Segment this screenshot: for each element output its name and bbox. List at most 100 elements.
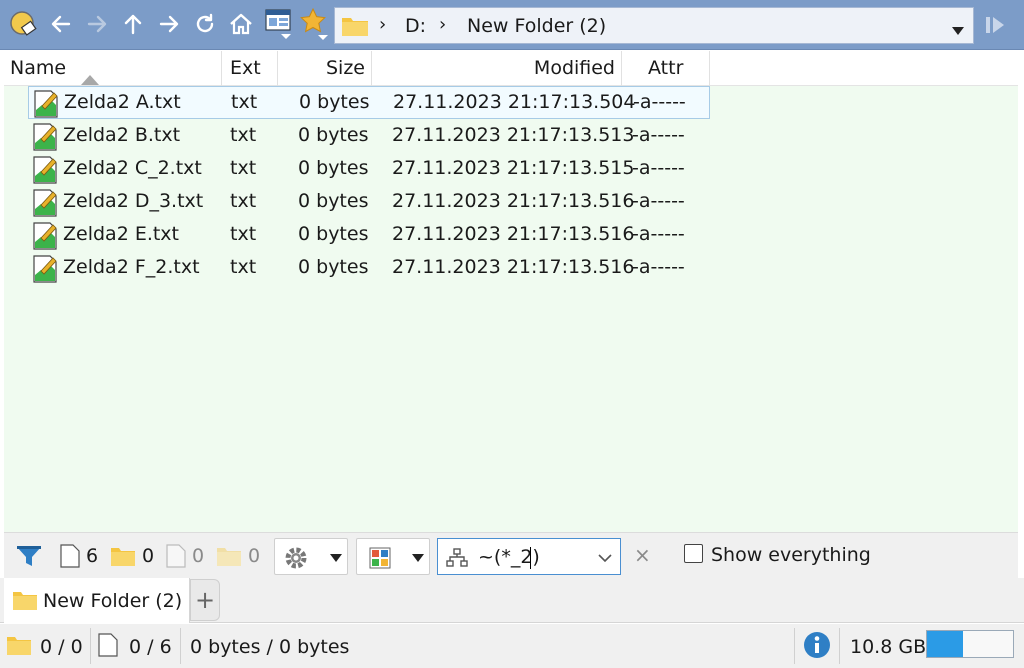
- clear-filter-button[interactable]: ×: [634, 543, 651, 567]
- tab-label: New Folder (2): [43, 590, 183, 612]
- show-everything-checkbox[interactable]: [684, 544, 703, 563]
- forward-icon[interactable]: [82, 8, 112, 40]
- view-mode-dropdown[interactable]: [356, 538, 430, 575]
- text-file-icon: [32, 189, 58, 222]
- layout-icon[interactable]: [262, 8, 296, 40]
- add-tab-button[interactable]: +: [190, 579, 220, 621]
- free-space-fill: [927, 631, 964, 657]
- table-row[interactable]: Zelda2 D_3.txt txt 0 bytes 27.11.2023 21…: [28, 186, 710, 219]
- file-icon: [60, 544, 80, 568]
- home-icon[interactable]: [226, 8, 256, 40]
- file-modified: 27.11.2023 21:17:13.515: [392, 157, 635, 179]
- hidden-folders-count[interactable]: 0: [216, 533, 260, 579]
- file-modified: 27.11.2023 21:17:13.516: [392, 223, 635, 245]
- panel-toggle-icon[interactable]: [985, 14, 1007, 41]
- file-name: Zelda2 E.txt: [63, 223, 180, 245]
- folders-count[interactable]: 0: [110, 533, 154, 579]
- show-everything-label[interactable]: Show everything: [711, 544, 871, 566]
- file-ext: txt: [230, 190, 257, 212]
- next-icon[interactable]: [154, 8, 184, 40]
- view-grid-icon: [369, 547, 391, 569]
- chevron-down-icon[interactable]: [950, 20, 966, 42]
- file-modified: 27.11.2023 21:17:13.516: [392, 190, 635, 212]
- column-name-label: Name: [10, 57, 67, 79]
- table-row[interactable]: Zelda2 F_2.txt txt 0 bytes 27.11.2023 21…: [28, 252, 710, 285]
- table-row[interactable]: Zelda2 A.txt txt 0 bytes 27.11.2023 21:1…: [28, 86, 710, 119]
- file-attr: -a-----: [632, 223, 685, 245]
- file-name: Zelda2 A.txt: [64, 91, 181, 113]
- column-header: Name Ext Size Modified Attr: [4, 51, 1018, 86]
- chevron-down-icon[interactable]: [598, 553, 612, 563]
- file-ext: txt: [230, 157, 257, 179]
- file-name: Zelda2 D_3.txt: [63, 190, 204, 212]
- column-size[interactable]: Size: [278, 51, 372, 86]
- table-row[interactable]: Zelda2 C_2.txt txt 0 bytes 27.11.2023 21…: [28, 153, 710, 186]
- tab-new-folder-2[interactable]: New Folder (2): [4, 578, 190, 623]
- filter-input[interactable]: ~(*_2): [437, 538, 621, 575]
- column-attr[interactable]: Attr: [622, 51, 710, 86]
- toolbar: › D: › New Folder (2): [0, 0, 1024, 50]
- divider: [794, 628, 795, 664]
- back-icon[interactable]: [46, 8, 76, 40]
- files-count[interactable]: 6: [60, 533, 98, 579]
- file-modified: 27.11.2023 21:17:13.516: [392, 256, 635, 278]
- divider: [839, 628, 840, 664]
- filter-bar: 6 0 0 0 ~(*_2) × Show everything: [4, 532, 1018, 578]
- chevron-down-icon: [412, 554, 424, 562]
- chevron-down-icon: [330, 554, 342, 562]
- breadcrumb-separator: ›: [439, 14, 447, 35]
- status-folders: 0 / 0: [40, 636, 83, 658]
- file-icon: [98, 633, 118, 657]
- free-space-bar: [926, 630, 1014, 658]
- text-file-icon: [32, 222, 58, 255]
- file-attr: -a-----: [632, 256, 685, 278]
- gear-icon: [285, 547, 307, 569]
- divider: [90, 628, 91, 664]
- table-row[interactable]: Zelda2 B.txt txt 0 bytes 27.11.2023 21:1…: [28, 120, 710, 153]
- breadcrumb-folder[interactable]: New Folder (2): [467, 15, 606, 37]
- file-ext: txt: [231, 91, 258, 113]
- table-row[interactable]: Zelda2 E.txt txt 0 bytes 27.11.2023 21:1…: [28, 219, 710, 252]
- free-space-label: 10.8 GB: [850, 636, 927, 658]
- folder-icon: [341, 15, 369, 42]
- file-size: 0 bytes: [298, 223, 369, 245]
- file-name: Zelda2 C_2.txt: [63, 157, 202, 179]
- breadcrumb-separator: ›: [379, 14, 387, 35]
- status-bar: 0 / 0 0 / 6 0 bytes / 0 bytes 10.8 GB: [0, 624, 1024, 668]
- folder-icon: [7, 637, 31, 655]
- text-file-icon: [32, 156, 58, 189]
- folder-icon: [13, 592, 37, 610]
- file-list[interactable]: Zelda2 A.txt txt 0 bytes 27.11.2023 21:1…: [4, 86, 1018, 532]
- file-modified: 27.11.2023 21:17:13.513: [392, 124, 635, 146]
- file-ext: txt: [230, 124, 257, 146]
- hidden-files-count-value: 0: [192, 545, 205, 567]
- column-name[interactable]: Name: [4, 51, 222, 86]
- text-caret: [530, 547, 531, 569]
- settings-dropdown[interactable]: [274, 538, 348, 575]
- file-size: 0 bytes: [298, 124, 369, 146]
- file-attr: -a-----: [632, 190, 685, 212]
- text-file-icon: [32, 255, 58, 288]
- filter-funnel-icon[interactable]: [16, 533, 42, 579]
- file-ext: txt: [230, 256, 257, 278]
- refresh-icon[interactable]: [190, 8, 220, 40]
- up-icon[interactable]: [118, 8, 148, 40]
- file-size: 0 bytes: [299, 91, 370, 113]
- tab-bar: New Folder (2) +: [0, 578, 1024, 623]
- hidden-files-count[interactable]: 0: [166, 533, 204, 579]
- file-size: 0 bytes: [298, 190, 369, 212]
- file-modified: 27.11.2023 21:17:13.504: [393, 91, 636, 113]
- column-ext[interactable]: Ext: [222, 51, 278, 86]
- info-icon[interactable]: [803, 631, 831, 659]
- favorites-star-icon[interactable]: [298, 7, 332, 40]
- text-file-icon: [32, 123, 58, 156]
- breadcrumb-drive[interactable]: D:: [405, 15, 426, 37]
- text-file-icon: [33, 90, 59, 123]
- app-icon[interactable]: [8, 8, 38, 40]
- column-modified[interactable]: Modified: [372, 51, 622, 86]
- file-name: Zelda2 F_2.txt: [63, 256, 200, 278]
- file-attr: -a-----: [632, 157, 685, 179]
- hidden-folders-count-value: 0: [248, 545, 261, 567]
- status-bytes: 0 bytes / 0 bytes: [190, 636, 350, 658]
- address-bar[interactable]: › D: › New Folder (2): [334, 7, 974, 44]
